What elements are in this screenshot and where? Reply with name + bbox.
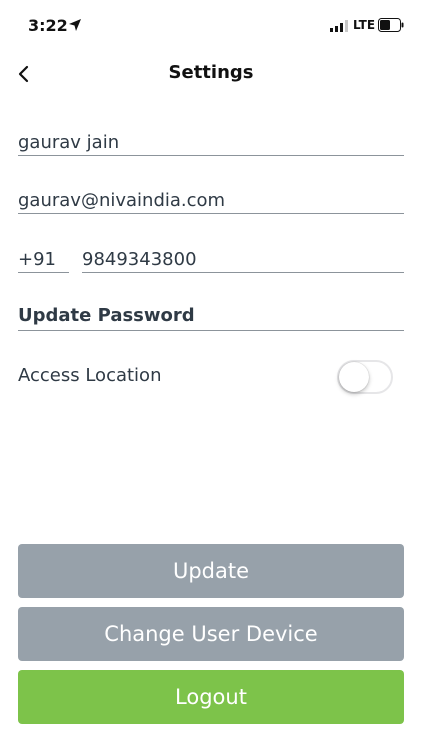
signal-strength-icon xyxy=(330,20,348,32)
location-arrow-icon xyxy=(69,19,81,31)
country-code-field[interactable] xyxy=(18,247,69,273)
update-password-link[interactable]: Update Password xyxy=(18,305,404,331)
toggle-knob xyxy=(339,362,369,392)
page-title: Settings xyxy=(168,62,254,83)
access-location-label: Access Location xyxy=(18,365,162,386)
network-type: LTE xyxy=(353,18,376,32)
access-location-toggle[interactable] xyxy=(337,360,393,394)
email-field[interactable] xyxy=(18,188,404,214)
status-bar: 3:22 LTE xyxy=(0,0,422,52)
phone-field[interactable] xyxy=(82,247,404,273)
battery-icon xyxy=(378,18,404,32)
status-time: 3:22 xyxy=(28,16,68,35)
name-field[interactable] xyxy=(18,130,404,156)
update-button[interactable]: Update xyxy=(18,544,404,598)
logout-button[interactable]: Logout xyxy=(18,670,404,724)
change-user-device-button[interactable]: Change User Device xyxy=(18,607,404,661)
